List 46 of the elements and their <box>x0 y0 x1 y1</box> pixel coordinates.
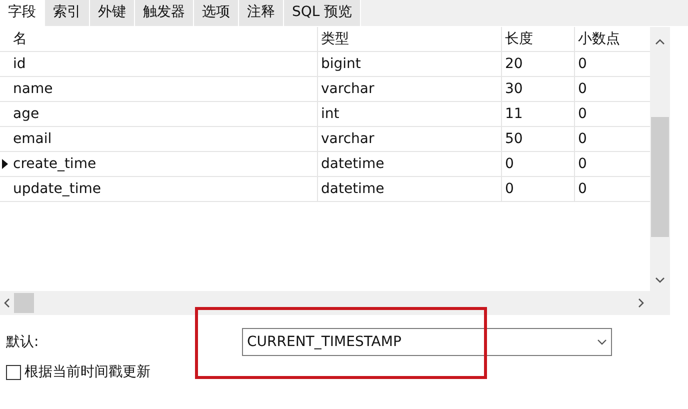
column-header[interactable]: 类型 <box>318 27 502 51</box>
table-cell-text: 0 <box>577 130 588 149</box>
table-cell-text: 0 <box>577 105 588 124</box>
caret-icon <box>597 339 607 345</box>
table-cell: int <box>318 102 502 126</box>
field-label: 默认: <box>6 332 40 352</box>
tab[interactable]: 索引 <box>45 0 90 26</box>
table-cell: create_time <box>10 152 318 176</box>
table-cell: 30 <box>502 77 575 101</box>
table-cell: update_time <box>10 177 318 201</box>
column-header[interactable]: 名 <box>10 27 318 51</box>
table-cell: 11 <box>502 102 575 126</box>
table-cell: varchar <box>318 77 502 101</box>
table-cell: 0 <box>502 177 575 201</box>
tab[interactable]: 触发器 <box>135 0 194 26</box>
scroll-right-icon[interactable] <box>638 298 644 308</box>
table-cell: 20 <box>502 52 575 76</box>
scroll-up-icon[interactable] <box>655 39 665 45</box>
checkbox[interactable] <box>6 365 21 380</box>
column-header[interactable]: 长度 <box>502 27 575 51</box>
checkbox-label[interactable]: 根据当前时间戳更新 <box>24 362 150 383</box>
table-cell: id <box>10 52 318 76</box>
table-cell: name <box>10 77 318 101</box>
table-cell: datetime <box>318 152 502 176</box>
table-cell-text: 0 <box>577 55 588 74</box>
table-cell: email <box>10 127 318 151</box>
table-cell-text: 0 <box>577 80 588 99</box>
column-header[interactable]: 小数点 <box>575 27 650 51</box>
table-cell: age <box>10 102 318 126</box>
default-dropdown[interactable]: CURRENT_TIMESTAMP <box>242 328 612 356</box>
tab[interactable]: 选项 <box>194 0 239 26</box>
table-cell: varchar <box>318 127 502 151</box>
tab[interactable]: 注释 <box>239 0 284 26</box>
table-cell: 50 <box>502 127 575 151</box>
table-cell: 0 <box>502 152 575 176</box>
tab[interactable]: 外键 <box>90 0 135 26</box>
table-cell-text: 0 <box>577 180 588 199</box>
table-cell: datetime <box>318 177 502 201</box>
scroll-down-icon[interactable] <box>655 277 665 283</box>
scrollbar-thumb[interactable] <box>651 117 669 237</box>
table-cell-text: 0 <box>577 155 588 174</box>
scroll-left-icon[interactable] <box>4 298 10 308</box>
scrollbar-thumb[interactable] <box>14 293 34 313</box>
table-cell: bigint <box>318 52 502 76</box>
tab[interactable]: SQL 预览 <box>284 0 362 26</box>
tab[interactable]: 字段 <box>0 0 45 26</box>
